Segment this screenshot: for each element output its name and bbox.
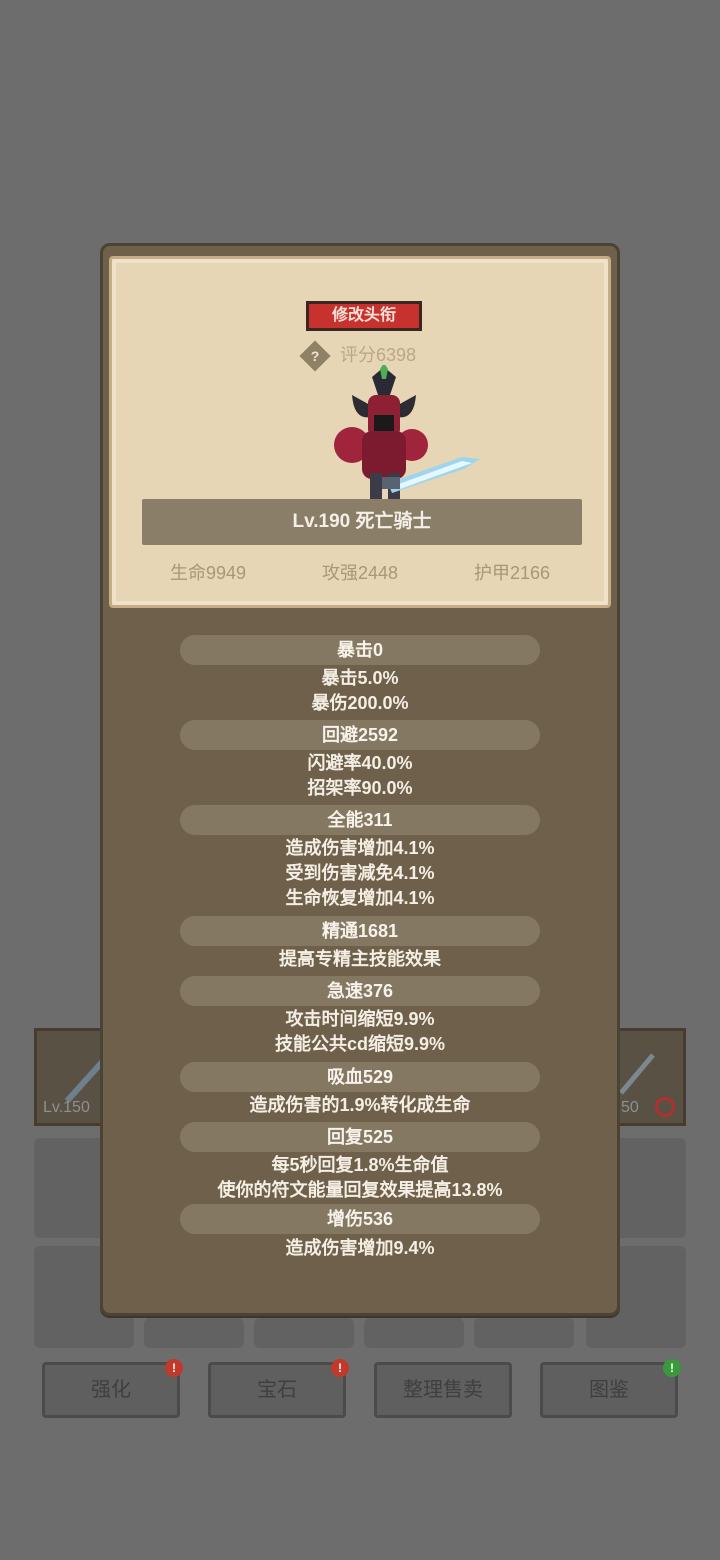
alert-badge-icon: ! <box>331 1359 349 1377</box>
base-stats-row: 生命9949 攻强2448 护甲2166 <box>112 559 608 585</box>
hp-stat: 生命9949 <box>169 563 247 583</box>
section-header: 精通1681 <box>180 916 540 946</box>
sort-sell-button[interactable]: 整理售卖 <box>374 1362 512 1418</box>
inventory-slot[interactable] <box>474 1318 574 1348</box>
hero-header-card: 修改头衔 ? 评分6398 Lv.190 死亡骑士 生命9949 攻强2448 护… <box>109 256 611 608</box>
alert-badge-icon: ! <box>663 1359 681 1377</box>
section-line: 招架率90.0% <box>307 778 413 798</box>
codex-label: 图鉴 <box>589 1379 629 1401</box>
section-line: 生命恢复增加4.1% <box>285 888 435 908</box>
forbidden-icon <box>655 1097 675 1117</box>
score-text: 评分6398 <box>339 345 417 365</box>
section-line: 闪避率40.0% <box>307 753 413 773</box>
section-line: 造成伤害的1.9%转化成生命 <box>249 1095 471 1115</box>
hero-stats-modal: 修改头衔 ? 评分6398 Lv.190 死亡骑士 生命9949 攻强2448 护… <box>100 243 620 1316</box>
section-header: 回避2592 <box>180 720 540 750</box>
section-line: 暴击5.0% <box>321 668 399 688</box>
enhance-button[interactable]: 强化 ! <box>42 1359 183 1418</box>
change-title-button[interactable]: 修改头衔 <box>306 301 422 331</box>
armor-stat: 护甲2166 <box>473 563 551 583</box>
inventory-slot[interactable] <box>364 1318 464 1348</box>
codex-button[interactable]: 图鉴 ! <box>540 1359 681 1418</box>
left-equip-level: Lv.150 <box>43 1099 90 1116</box>
score-row: ? 评分6398 <box>112 340 608 372</box>
enhance-label: 强化 <box>91 1379 131 1401</box>
section-header: 全能311 <box>180 805 540 835</box>
gem-button[interactable]: 宝石 ! <box>208 1359 349 1418</box>
inventory-slot[interactable] <box>144 1318 244 1348</box>
section-line: 使你的符文能量回复效果提高13.8% <box>217 1180 503 1200</box>
section-header: 回复525 <box>180 1122 540 1152</box>
section-line: 造成伤害增加9.4% <box>285 1238 435 1258</box>
section-header: 增伤536 <box>180 1204 540 1234</box>
right-equip-level: 50 <box>621 1099 639 1116</box>
inventory-slot[interactable] <box>254 1318 354 1348</box>
section-line: 提高专精主技能效果 <box>279 949 441 969</box>
death-knight-sprite-icon <box>334 365 480 499</box>
section-line: 造成伤害增加4.1% <box>285 838 435 858</box>
hero-name-banner: Lv.190 死亡骑士 <box>142 499 582 545</box>
section-line: 受到伤害减免4.1% <box>285 863 435 883</box>
section-line: 暴伤200.0% <box>311 693 409 713</box>
gem-label: 宝石 <box>257 1379 297 1401</box>
section-line: 攻击时间缩短9.9% <box>285 1009 435 1029</box>
sort-sell-label: 整理售卖 <box>403 1379 483 1401</box>
attack-stat: 攻强2448 <box>321 563 399 583</box>
section-header: 吸血529 <box>180 1062 540 1092</box>
alert-badge-icon: ! <box>165 1359 183 1377</box>
section-header: 暴击0 <box>180 635 540 665</box>
section-line: 技能公共cd缩短9.9% <box>274 1034 446 1054</box>
section-header: 急速376 <box>180 976 540 1006</box>
section-line: 每5秒回复1.8%生命值 <box>271 1155 449 1175</box>
